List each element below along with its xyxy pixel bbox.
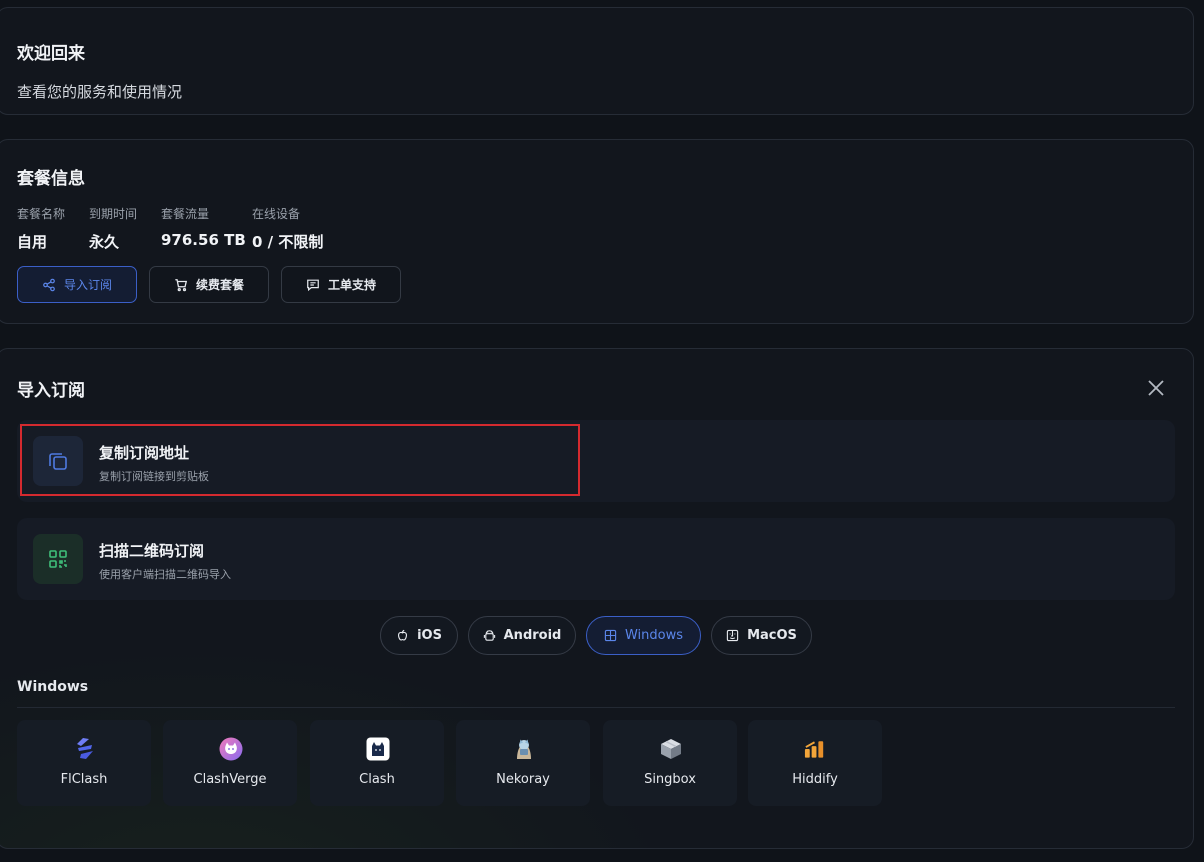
os-tab-label: Android — [503, 628, 562, 643]
import-subscription-button[interactable]: 导入订阅 — [17, 266, 137, 303]
option-description: 使用客户端扫描二维码导入 — [99, 568, 231, 581]
welcome-subtitle: 查看您的服务和使用情况 — [17, 83, 183, 101]
client-singbox[interactable]: Singbox — [603, 720, 737, 806]
client-name: ClashVerge — [193, 772, 267, 787]
stat-value: 976.56 TB — [161, 231, 246, 249]
stat-traffic: 套餐流量 976.56 TB — [161, 205, 246, 249]
cart-icon — [175, 278, 188, 291]
ticket-support-button[interactable]: 工单支持 — [281, 266, 401, 303]
os-tab-android[interactable]: Android — [468, 616, 576, 655]
share-icon — [43, 278, 55, 291]
os-tab-macos[interactable]: MacOS — [711, 616, 812, 655]
flclash-icon — [72, 736, 97, 761]
scan-qr-option[interactable]: 扫描二维码订阅 使用客户端扫描二维码导入 — [17, 518, 1175, 600]
welcome-card: 欢迎回来 查看您的服务和使用情况 — [0, 7, 1194, 115]
windows-icon — [604, 629, 617, 642]
clash-icon — [365, 736, 390, 761]
android-icon — [483, 630, 495, 641]
stat-value: 0 / 不限制 — [252, 233, 324, 251]
client-name: Singbox — [644, 772, 696, 787]
stat-label: 套餐流量 — [161, 207, 210, 221]
client-name: FlClash — [60, 772, 108, 787]
stat-expiry: 到期时间 永久 — [89, 205, 137, 252]
stat-devices: 在线设备 0 / 不限制 — [252, 205, 323, 252]
option-description: 复制订阅链接到剪贴板 — [99, 470, 209, 483]
client-name: Nekoray — [496, 772, 550, 787]
client-name: Clash — [359, 772, 395, 787]
os-tab-label: iOS — [417, 628, 442, 643]
finder-icon — [726, 629, 739, 642]
close-icon[interactable] — [1146, 378, 1166, 398]
plan-card: 套餐信息 套餐名称 自用 到期时间 永久 套餐流量 976.56 TB 在线设备… — [0, 139, 1194, 324]
plan-title: 套餐信息 — [17, 169, 85, 189]
import-panel: 导入订阅 复制订阅地址 复制订阅链接到剪贴板 扫描二维码订阅 使用客户端扫描二维… — [0, 348, 1194, 849]
nekoray-icon — [511, 736, 536, 761]
stat-label: 套餐名称 — [17, 207, 66, 221]
renew-button-label: 续费套餐 — [195, 278, 244, 292]
stat-label: 到期时间 — [89, 207, 138, 221]
os-tab-label: MacOS — [747, 628, 797, 643]
copy-icon — [33, 436, 83, 486]
option-title: 复制订阅地址 — [99, 444, 190, 462]
client-name: Hiddify — [792, 772, 838, 787]
os-tab-windows[interactable]: Windows — [586, 616, 701, 655]
hiddify-icon — [803, 736, 828, 761]
client-hiddify[interactable]: Hiddify — [748, 720, 882, 806]
option-title: 扫描二维码订阅 — [99, 542, 205, 560]
qr-code-icon — [33, 534, 83, 584]
singbox-icon — [658, 736, 683, 761]
renew-plan-button[interactable]: 续费套餐 — [149, 266, 269, 303]
stat-value: 自用 — [17, 233, 48, 251]
apple-icon — [398, 629, 408, 641]
import-panel-title: 导入订阅 — [17, 381, 85, 401]
os-tab-ios[interactable]: iOS — [380, 616, 458, 655]
stat-plan-name: 套餐名称 自用 — [17, 205, 65, 252]
os-tab-label: Windows — [624, 628, 684, 643]
platform-section-label: Windows — [17, 679, 89, 695]
divider — [17, 707, 1175, 708]
client-clashverge[interactable]: ClashVerge — [163, 720, 297, 806]
import-button-label: 导入订阅 — [63, 278, 112, 292]
client-clash[interactable]: Clash — [310, 720, 444, 806]
clashverge-icon — [218, 736, 243, 761]
copy-subscription-option[interactable]: 复制订阅地址 复制订阅链接到剪贴板 — [17, 420, 1175, 502]
stat-value: 永久 — [89, 233, 120, 251]
welcome-title: 欢迎回来 — [17, 44, 85, 64]
client-flclash[interactable]: FlClash — [17, 720, 151, 806]
stat-label: 在线设备 — [252, 207, 301, 221]
client-nekoray[interactable]: Nekoray — [456, 720, 590, 806]
message-icon — [307, 279, 319, 291]
ticket-button-label: 工单支持 — [327, 278, 376, 292]
